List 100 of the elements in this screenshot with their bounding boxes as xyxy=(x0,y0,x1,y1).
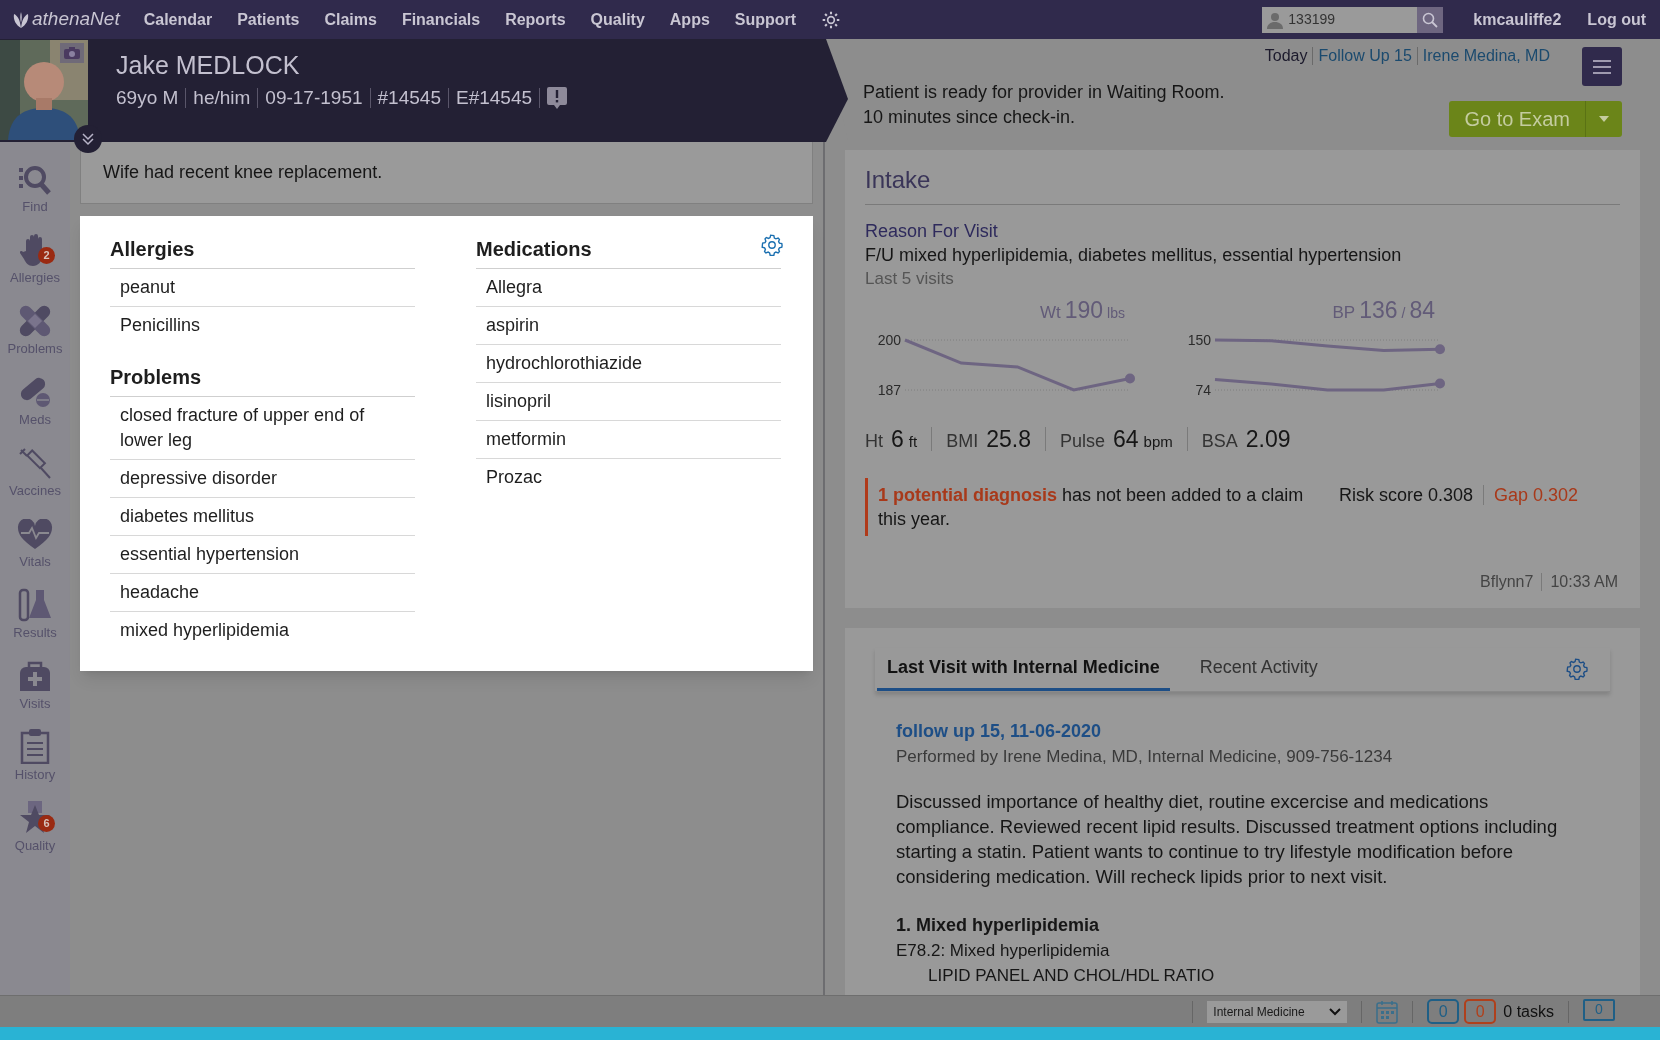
plan-heading: 1. Mixed hyperlipidemia xyxy=(896,914,1101,937)
claim-alert-text: 1 potential diagnosis has not been added to a claim this year. xyxy=(878,484,1305,531)
vital-label: Ht xyxy=(865,429,883,453)
vital-label: Pulse xyxy=(1059,429,1105,453)
axis-tick-label: 150 xyxy=(1187,331,1211,348)
medical-bag-icon xyxy=(17,659,53,693)
vital-value: 6 xyxy=(891,424,904,454)
patient-detail: #14545 xyxy=(377,86,441,110)
username-link[interactable]: kmcauliffe2 xyxy=(1473,7,1562,32)
summary-list-item[interactable]: depressive disorder xyxy=(110,460,415,498)
patient-detail: 09-17-1951 xyxy=(265,86,363,110)
summary-list-item[interactable]: aspirin xyxy=(476,307,781,345)
patient-search-field[interactable]: 133199 xyxy=(1262,6,1418,33)
nav-menu-item[interactable]: Quality xyxy=(590,7,645,32)
data-point xyxy=(1435,377,1445,388)
expand-button[interactable] xyxy=(74,125,102,153)
alert-flag-icon[interactable] xyxy=(547,87,568,110)
summary-list-item[interactable]: Penicillins xyxy=(110,307,415,344)
sidebar-nav-button[interactable]: Quality 6 xyxy=(2,793,68,855)
section-heading: Problems xyxy=(110,364,415,397)
count-badge: 2 xyxy=(38,247,55,264)
data-point xyxy=(1125,372,1135,383)
summary-list-item[interactable]: Prozac xyxy=(476,459,781,496)
summary-list-item[interactable]: headache xyxy=(110,574,415,612)
menu-button[interactable] xyxy=(1582,47,1622,86)
chevron-down-icon xyxy=(1329,1007,1342,1016)
double-chevron-icon xyxy=(81,132,95,146)
app-logo[interactable]: athenaNet xyxy=(32,5,120,34)
risk-score: Risk score 0.308 xyxy=(1339,484,1474,507)
heart-icon xyxy=(17,519,53,551)
axis-tick-label: 200 xyxy=(877,331,901,348)
sidebar-nav-button[interactable]: Allergies 2 xyxy=(2,225,68,287)
vital-value: 64 xyxy=(1112,424,1139,454)
syringe-icon xyxy=(17,446,53,480)
search-input[interactable]: 133199 xyxy=(1288,9,1404,30)
order-text: LIPID PANEL AND CHOL/HDL RATIO xyxy=(927,965,1216,987)
section-heading: Allergies xyxy=(110,236,415,269)
data-point xyxy=(1435,343,1445,354)
summary-list-item[interactable]: diabetes mellitus xyxy=(110,498,415,536)
nav-menu-item[interactable]: Calendar xyxy=(143,7,213,32)
patient-detail: E#14545 xyxy=(455,86,533,110)
summary-list-item[interactable]: metformin xyxy=(476,421,781,459)
visit-reason: F/U mixed hyperlipidemia, diabetes mellitus, essential hypertension xyxy=(865,244,1403,267)
nav-menu-item[interactable]: Support xyxy=(734,7,797,32)
diagnosis-code: E78.2: Mixed hyperlipidemia xyxy=(896,940,1111,962)
nav-menu-item[interactable]: Financials xyxy=(401,7,481,32)
status-message: 10 minutes since check-in. xyxy=(863,106,1077,129)
author-name: Bflynn7 xyxy=(1480,572,1534,592)
summary-list-item[interactable]: mixed hyperlipidemia xyxy=(110,612,415,649)
person-icon xyxy=(1266,10,1285,29)
vital-reading: 190 xyxy=(1064,296,1104,325)
settings-icon[interactable] xyxy=(761,234,783,256)
vital-reading: 136 xyxy=(1359,296,1398,325)
summary-list-item[interactable]: essential hypertension xyxy=(110,536,415,574)
search-icon xyxy=(17,164,53,196)
summary-list-item[interactable]: closed fracture of upper end of lower leg xyxy=(110,397,415,460)
summary-list-item[interactable]: peanut xyxy=(110,269,415,307)
performed-by-text: Performed by Irene Medina, MD, Internal Medicine, 909-756-1234 xyxy=(896,746,1394,768)
camera-icon xyxy=(64,47,80,59)
tab[interactable]: Last Visit with Internal Medicine xyxy=(877,647,1170,691)
patient-detail: 69yo M xyxy=(116,86,179,110)
summary-list-item[interactable]: hydrochlorothiazide xyxy=(476,345,781,383)
tab[interactable]: Recent Activity xyxy=(1189,647,1328,691)
status-message: Patient is ready for provider in Waiting Room. xyxy=(863,81,1225,104)
panel-title: Intake xyxy=(865,162,1620,205)
vital-reading: 84 xyxy=(1409,296,1435,325)
search-icon xyxy=(1422,11,1439,28)
nav-menu-item[interactable]: Patients xyxy=(237,7,300,32)
axis-tick-label: 74 xyxy=(1195,381,1211,398)
department-select[interactable]: Internal Medicine xyxy=(1207,1000,1348,1023)
axis-tick-label: 187 xyxy=(877,381,901,398)
vital-label: BP xyxy=(1332,302,1356,324)
tasks-count: 0 tasks xyxy=(1503,1001,1554,1022)
vital-label: Wt xyxy=(1039,302,1061,324)
camera-button[interactable] xyxy=(60,43,84,63)
unit-label: ft xyxy=(908,431,918,452)
section-label: Reason For Visit xyxy=(865,220,999,243)
clipboard-icon xyxy=(19,728,51,764)
patient-note: Wife had recent knee replacement. xyxy=(80,142,813,204)
summary-list-item[interactable]: Allegra xyxy=(476,269,781,307)
summary-list-item[interactable]: lisinopril xyxy=(476,383,781,421)
search-button[interactable] xyxy=(1417,6,1444,33)
history-label: Last 5 visits xyxy=(865,268,955,290)
flask-icon xyxy=(17,588,53,622)
section-heading: Medications xyxy=(476,236,781,269)
menu-icon xyxy=(1593,59,1611,74)
patient-name: Jake MEDLOCK xyxy=(116,50,301,81)
vital-label: BMI xyxy=(946,429,979,453)
vital-value: 2.09 xyxy=(1245,424,1291,454)
patient-detail: he/him xyxy=(193,86,251,110)
nav-menu-item[interactable]: Claims xyxy=(324,7,377,32)
timestamp: 10:33 AM xyxy=(1550,572,1618,592)
unit-label: lbs xyxy=(1107,304,1125,323)
nav-menu-item[interactable]: Reports xyxy=(505,7,566,32)
vital-label: BSA xyxy=(1201,429,1238,453)
gap-score: Gap 0.302 xyxy=(1494,484,1579,507)
nav-menu-item[interactable]: Apps xyxy=(669,7,710,32)
unit-label: / xyxy=(1401,304,1406,323)
logout-link[interactable]: Log out xyxy=(1587,7,1646,32)
caret-icon xyxy=(1599,116,1609,122)
